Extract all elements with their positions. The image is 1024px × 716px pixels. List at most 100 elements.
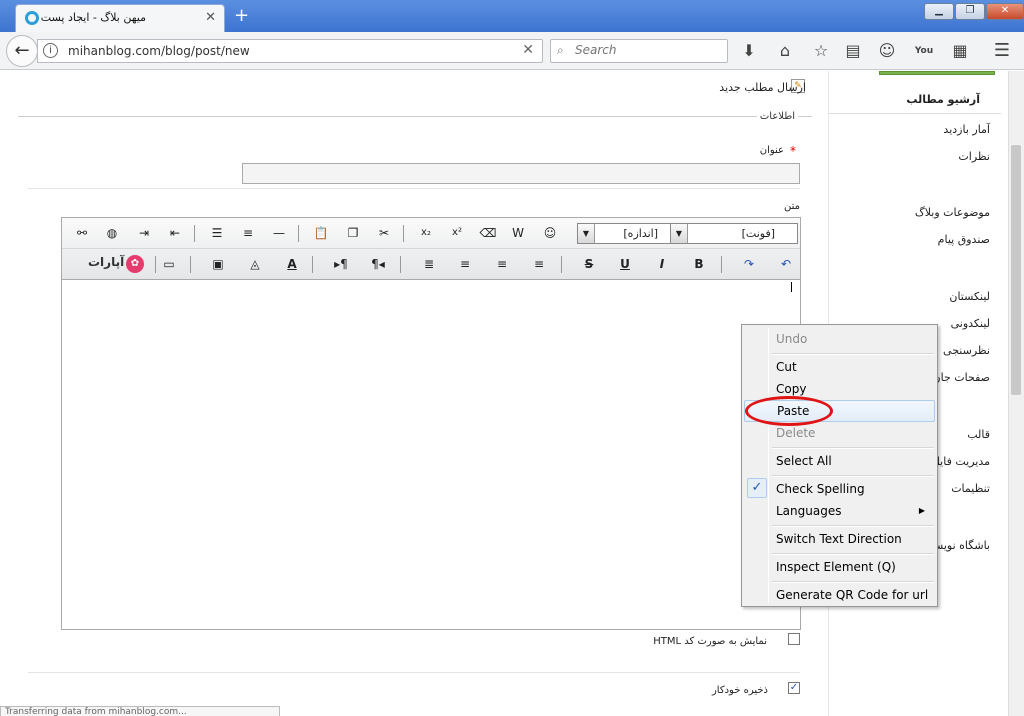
new-tab-button[interactable]: + xyxy=(234,5,249,26)
aparat-label[interactable]: آپارات xyxy=(88,255,124,269)
browser-tab[interactable]: میهن بلاگ - ایجاد پست ✕ xyxy=(15,4,225,32)
ctx-separator xyxy=(772,525,934,527)
outdent-icon[interactable]: ⇤ xyxy=(165,224,185,242)
subscript-icon[interactable]: x₂ xyxy=(416,224,436,242)
copy-icon[interactable]: ❐ xyxy=(343,224,363,242)
italic-icon[interactable]: I xyxy=(652,255,672,273)
image-icon[interactable]: ▣ xyxy=(208,255,228,273)
title-input[interactable] xyxy=(242,163,800,184)
rtl-direction-icon[interactable]: ¶◂ xyxy=(368,255,388,273)
bold-icon[interactable]: B xyxy=(689,255,709,273)
highlight-color-icon[interactable]: ◬ xyxy=(245,255,265,273)
ctx-cut[interactable]: Cut xyxy=(744,356,935,378)
download-icon[interactable]: ⬇ xyxy=(739,41,759,61)
paste-icon[interactable]: 📋 xyxy=(311,224,331,242)
youtube-addon-icon[interactable]: You xyxy=(914,41,934,61)
toolbar-separator xyxy=(400,256,401,273)
size-select[interactable]: [اندازه] ▼ xyxy=(577,223,681,244)
page-title: ارسال مطلب جدید xyxy=(719,81,806,94)
ctx-languages[interactable]: Languages ▶ xyxy=(744,500,935,522)
align-left-icon[interactable]: ≡ xyxy=(455,255,475,273)
sidebar-item-poll[interactable]: نظرسنجی xyxy=(943,344,990,357)
horizontal-rule-icon[interactable]: — xyxy=(269,224,289,242)
search-bar[interactable]: ⌕ xyxy=(550,39,728,63)
ltr-direction-icon[interactable]: ▸¶ xyxy=(331,255,351,273)
tab-title: میهن بلاگ - ایجاد پست xyxy=(40,11,146,24)
sidebar-item-categories[interactable]: موضوعات وبلاگ xyxy=(915,206,990,219)
body-label: متن xyxy=(784,201,800,212)
table-icon[interactable]: ▭ xyxy=(159,255,179,273)
url-bar[interactable]: i mihanblog.com/blog/post/new ✕ xyxy=(37,39,543,63)
tab-close-icon[interactable]: ✕ xyxy=(205,10,216,25)
menu-hamburger-icon[interactable]: ☰ xyxy=(992,41,1012,61)
superscript-icon[interactable]: x² xyxy=(447,224,467,242)
mihanblog-favicon-icon xyxy=(25,11,39,25)
sidebar-item-inbox[interactable]: صندوق پیام xyxy=(938,233,990,246)
info-icon[interactable]: i xyxy=(43,43,58,58)
font-select-value: [فونت] xyxy=(741,227,775,240)
ctx-delete-label: Delete xyxy=(776,426,816,440)
editor-text-area[interactable] xyxy=(62,280,800,629)
maximize-button[interactable]: ❐ xyxy=(955,3,985,20)
minimize-button[interactable]: ▁ xyxy=(924,3,954,20)
ctx-cut-label: Cut xyxy=(776,360,797,374)
sidebar-item-linkdooni[interactable]: لینکدونی xyxy=(951,317,990,330)
sidebar-item-settings[interactable]: تنظیمات xyxy=(951,482,990,495)
ctx-inspect-element-label: Inspect Element (Q) xyxy=(776,560,896,574)
smiley-addon-icon[interactable]: ☺ xyxy=(877,41,897,61)
redo-icon[interactable]: ↷ xyxy=(739,255,759,273)
html-mode-checkbox[interactable] xyxy=(788,633,800,645)
ctx-switch-direction[interactable]: Switch Text Direction xyxy=(744,528,935,550)
ctx-undo[interactable]: Undo xyxy=(744,328,935,350)
ctx-select-all[interactable]: Select All xyxy=(744,450,935,472)
qr-code-icon[interactable]: ▦ xyxy=(950,41,970,61)
ctx-separator xyxy=(772,581,934,583)
ctx-check-spelling[interactable]: Check Spelling xyxy=(744,478,935,500)
search-input[interactable] xyxy=(575,43,723,57)
undo-icon[interactable]: ↶ xyxy=(776,255,796,273)
close-window-button[interactable]: ✕ xyxy=(986,3,1024,20)
home-icon[interactable]: ⌂ xyxy=(775,41,795,61)
autosave-checkbox[interactable]: ✓ xyxy=(788,682,800,694)
context-menu: Undo Cut Copy Paste Delete Select All ✓ … xyxy=(741,324,938,607)
sidebar-item-template[interactable]: قالب xyxy=(967,428,990,441)
text-color-icon[interactable]: A xyxy=(282,255,302,273)
sidebar-archive-title[interactable]: آرشیو مطالب xyxy=(906,93,980,106)
ctx-generate-qr[interactable]: Generate QR Code for url xyxy=(744,584,935,606)
ctx-inspect-element[interactable]: Inspect Element (Q) xyxy=(744,556,935,578)
bookmark-star-icon[interactable]: ☆ xyxy=(811,41,831,61)
numbered-list-icon[interactable]: ≡ xyxy=(238,224,258,242)
emoticon-icon[interactable]: ☺ xyxy=(540,224,560,242)
justify-icon[interactable]: ≣ xyxy=(419,255,439,273)
sidebar-item-pages[interactable]: صفحات جان xyxy=(933,371,990,384)
link-icon[interactable]: ⚯ xyxy=(72,224,92,242)
url-text[interactable]: mihanblog.com/blog/post/new xyxy=(68,44,250,58)
autosave-check-mark: ✓ xyxy=(789,682,799,693)
sidebar-item-comments[interactable]: نظرات xyxy=(958,150,990,163)
clear-url-icon[interactable]: ✕ xyxy=(522,42,534,58)
underline-icon[interactable]: U xyxy=(615,255,635,273)
title-label: عنوان xyxy=(759,145,784,156)
scrollbar-thumb[interactable] xyxy=(1011,145,1021,395)
sidebar-green-button[interactable] xyxy=(879,71,995,75)
sidebar-item-files[interactable]: مدیریت فایل xyxy=(932,455,990,468)
web-link-icon[interactable]: ◍ xyxy=(102,224,122,242)
back-button[interactable]: ← xyxy=(6,35,38,67)
indent-icon[interactable]: ⇥ xyxy=(134,224,154,242)
reading-list-icon[interactable]: ▤ xyxy=(843,41,863,61)
bullet-list-icon[interactable]: ☰ xyxy=(207,224,227,242)
cut-icon[interactable]: ✂ xyxy=(374,224,394,242)
word-paste-icon[interactable]: W xyxy=(508,224,528,242)
paste-highlight-annotation xyxy=(745,396,833,426)
align-right-icon[interactable]: ≡ xyxy=(529,255,549,273)
strikethrough-icon[interactable]: S xyxy=(579,255,599,273)
clear-format-icon[interactable]: ⌫ xyxy=(478,224,498,242)
ctx-delete[interactable]: Delete xyxy=(744,422,935,444)
font-select[interactable]: [فونت] ▼ xyxy=(670,223,798,244)
sidebar-item-links[interactable]: لینکستان xyxy=(949,290,990,303)
sidebar-item-stats[interactable]: آمار بازدید xyxy=(943,123,990,136)
align-center-icon[interactable]: ≡ xyxy=(492,255,512,273)
aparat-logo-icon[interactable]: ✿ xyxy=(126,255,144,273)
ctx-generate-qr-label: Generate QR Code for url xyxy=(776,588,929,602)
html-mode-label: نمایش به صورت کد HTML xyxy=(653,636,767,647)
